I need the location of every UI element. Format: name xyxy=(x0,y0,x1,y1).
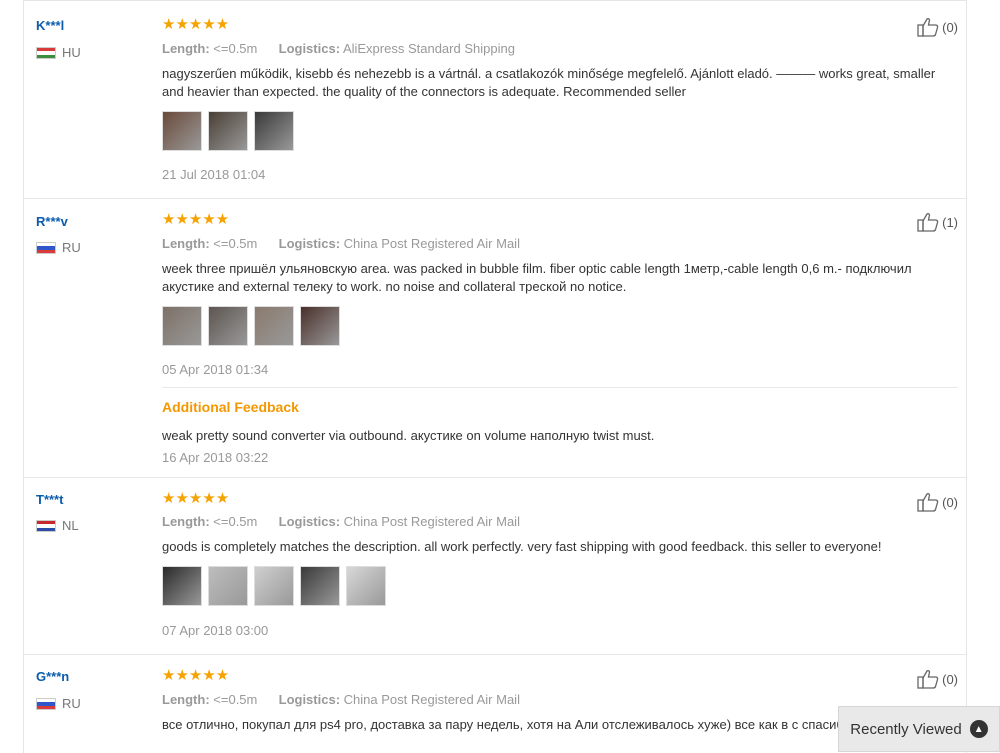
country-code: RU xyxy=(62,240,81,255)
review-meta: Length: <=0.5m Logistics: AliExpress Sta… xyxy=(162,41,515,56)
length-label: Length: xyxy=(162,692,210,707)
recently-viewed-label: Recently Viewed xyxy=(850,720,962,738)
additional-feedback-title: Additional Feedback xyxy=(162,399,299,415)
length-label: Length: xyxy=(162,514,210,529)
star-rating: ★★★★★ xyxy=(162,490,230,507)
review-item: K***l HU ★★★★★ Length: <=0.5m Logistics:… xyxy=(24,1,966,198)
reviewer-country: HU xyxy=(36,45,81,60)
logistics-value: China Post Registered Air Mail xyxy=(343,692,520,707)
star-rating: ★★★★★ xyxy=(162,16,230,33)
review-photo-thumbnail[interactable] xyxy=(162,306,202,346)
reviewer-name[interactable]: K***l xyxy=(36,18,64,33)
hungary-flag-icon xyxy=(36,46,56,59)
review-text: все отлично, покупал для ps4 pro, достав… xyxy=(162,717,856,732)
reviewer-name[interactable]: R***v xyxy=(36,214,68,229)
helpful-count: (0) xyxy=(942,494,958,510)
reviewer-name[interactable]: G***n xyxy=(36,669,69,684)
logistics-value: China Post Registered Air Mail xyxy=(343,236,520,251)
review-item: T***t NL ★★★★★ Length: <=0.5m Logistics:… xyxy=(24,477,966,654)
review-photos xyxy=(162,306,340,346)
length-value: <=0.5m xyxy=(213,514,258,529)
review-photo-thumbnail[interactable] xyxy=(254,306,294,346)
logistics-label: Logistics: xyxy=(278,692,341,707)
thumbs-up-icon xyxy=(917,18,939,37)
review-photo-thumbnail[interactable] xyxy=(300,306,340,346)
review-item: R***v RU ★★★★★ Length: <=0.5m Logistics:… xyxy=(24,198,966,477)
length-label: Length: xyxy=(162,41,210,56)
review-meta: Length: <=0.5m Logistics: China Post Reg… xyxy=(162,514,520,529)
review-date: 07 Apr 2018 03:00 xyxy=(162,623,269,638)
additional-feedback-date: 16 Apr 2018 03:22 xyxy=(162,450,269,465)
helpful-count: (0) xyxy=(942,19,958,35)
thumbs-up-icon xyxy=(917,670,939,689)
length-value: <=0.5m xyxy=(213,236,258,251)
review-photos xyxy=(162,566,386,606)
helpful-count: (1) xyxy=(942,214,958,230)
review-photo-thumbnail[interactable] xyxy=(162,111,202,151)
review-photo-thumbnail[interactable] xyxy=(346,566,386,606)
thumbs-up-icon xyxy=(917,213,939,232)
review-photo-thumbnail[interactable] xyxy=(208,111,248,151)
review-meta: Length: <=0.5m Logistics: China Post Reg… xyxy=(162,236,520,251)
country-code: RU xyxy=(62,696,81,711)
logistics-label: Logistics: xyxy=(278,514,341,529)
review-photo-thumbnail[interactable] xyxy=(208,306,248,346)
country-code: NL xyxy=(62,518,79,533)
review-item: G***n RU ★★★★★ Length: <=0.5m Logistics:… xyxy=(24,654,966,753)
review-date: 21 Jul 2018 01:04 xyxy=(162,167,266,182)
helpful-button[interactable]: (1) xyxy=(917,212,958,232)
divider xyxy=(162,387,958,388)
review-photo-thumbnail[interactable] xyxy=(162,566,202,606)
feedback-list: K***l HU ★★★★★ Length: <=0.5m Logistics:… xyxy=(23,0,967,753)
helpful-button[interactable]: (0) xyxy=(917,17,958,37)
review-meta: Length: <=0.5m Logistics: China Post Reg… xyxy=(162,692,520,707)
length-value: <=0.5m xyxy=(213,692,258,707)
star-rating: ★★★★★ xyxy=(162,667,230,684)
review-text: week three пришёл ульяновскую area. was … xyxy=(162,261,912,294)
helpful-count: (0) xyxy=(942,671,958,687)
chevron-up-icon: ▲ xyxy=(969,720,988,738)
logistics-label: Logistics: xyxy=(278,41,341,56)
reviewer-name[interactable]: T***t xyxy=(36,492,63,507)
review-photo-thumbnail[interactable] xyxy=(300,566,340,606)
additional-feedback-text: weak pretty sound converter via outbound… xyxy=(162,428,655,443)
reviewer-country: RU xyxy=(36,240,81,255)
helpful-button[interactable]: (0) xyxy=(917,669,958,689)
review-text: goods is completely matches the descript… xyxy=(162,539,882,554)
review-date: 05 Apr 2018 01:34 xyxy=(162,362,269,377)
review-photo-thumbnail[interactable] xyxy=(254,111,294,151)
netherlands-flag-icon xyxy=(36,519,56,532)
logistics-value: China Post Registered Air Mail xyxy=(343,514,520,529)
russia-flag-icon xyxy=(36,241,56,254)
country-code: HU xyxy=(62,45,81,60)
russia-flag-icon xyxy=(36,697,56,710)
recently-viewed-button[interactable]: Recently Viewed ▲ xyxy=(838,706,1000,752)
length-label: Length: xyxy=(162,236,210,251)
star-rating: ★★★★★ xyxy=(162,211,230,228)
review-photo-thumbnail[interactable] xyxy=(254,566,294,606)
thumbs-up-icon xyxy=(917,493,939,512)
reviewer-country: NL xyxy=(36,518,79,533)
length-value: <=0.5m xyxy=(213,41,258,56)
reviewer-country: RU xyxy=(36,696,81,711)
review-photos xyxy=(162,111,294,151)
logistics-value: AliExpress Standard Shipping xyxy=(342,41,515,56)
review-text: nagyszerűen működik, kisebb és nehezebb … xyxy=(162,66,936,99)
review-photo-thumbnail[interactable] xyxy=(208,566,248,606)
helpful-button[interactable]: (0) xyxy=(917,492,958,512)
logistics-label: Logistics: xyxy=(278,236,341,251)
